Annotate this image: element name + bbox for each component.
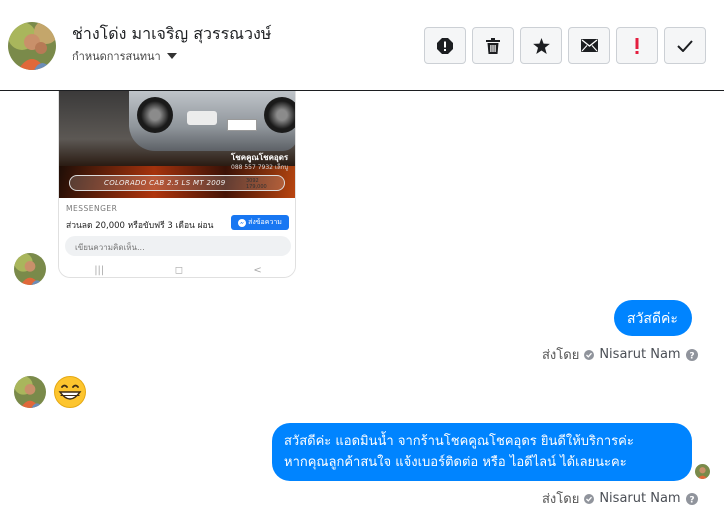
report-icon [437,37,453,54]
delete-button[interactable] [472,27,514,64]
send-message-button[interactable]: ส่งข้อความ [231,215,289,230]
star-icon [532,37,550,54]
model-banner: COLORADO CAB 2.5 LS MT 2009 3092 179,000 [69,175,285,191]
mark-unread-button[interactable] [568,27,610,64]
comment-input[interactable]: เขียนความคิดเห็น... [65,236,291,256]
shared-post-card[interactable]: โชคคูณโชคอุดร 088 557 7932 เล็กบู COLORA… [58,91,296,278]
help-icon[interactable]: ? [685,348,698,361]
post-body: MESSENGER ส่วนลด 20,000 หรือขับฟรี 3 เดื… [59,198,295,277]
grinning-face-emoji[interactable] [54,376,86,408]
message-bubble-outgoing[interactable]: สวัสดีค่ะ [614,300,692,336]
mark-done-button[interactable] [664,27,706,64]
svg-text:?: ? [689,351,694,361]
star-button[interactable] [520,27,562,64]
svg-text:?: ? [689,495,694,505]
model-info-line: 179,000 [246,184,267,190]
verified-icon [584,349,595,360]
contact-avatar[interactable] [8,22,56,70]
contact-name[interactable]: ช่างโด่ง มาเจริญ สุวรรณวงษ์ [72,22,271,47]
message-thread[interactable]: โชคคูณโชคอุดร 088 557 7932 เล็กบู COLORA… [0,91,724,524]
trash-icon [486,37,500,54]
exclamation-icon [635,37,639,54]
send-message-label: ส่งข้อความ [248,218,282,226]
sent-by-meta: ส่งโดย Nisarut Nam ? [542,344,698,365]
post-image: โชคคูณโชคอุดร 088 557 7932 เล็กบู COLORA… [59,91,295,198]
follow-up-button[interactable] [616,27,658,64]
post-caption: ส่วนลด 20,000 หรือขับฟรี 3 เดือน ผ่อน [66,221,214,231]
conversation-header: ช่างโด่ง มาเจริญ สุวรรณวงษ์ กำหนดการสนทน… [0,0,724,91]
home-icon: ◻ [174,264,183,276]
message-text-line: สวัสดีค่ะ แอดมินน้ำ จากร้านโชคคูณโชคอุดร… [284,434,634,449]
model-info: 3092 179,000 [246,178,267,190]
sent-by-meta: ส่งโดย Nisarut Nam ? [542,488,698,509]
message-bubble-outgoing[interactable]: สวัสดีค่ะ แอดมินน้ำ จากร้านโชคคูณโชคอุดร… [272,423,692,481]
sent-by-label: ส่งโดย [542,492,580,507]
recent-apps-icon: ||| [94,264,105,276]
shop-phone: 088 557 7932 เล็กบู [231,164,289,171]
sent-by-label: ส่งโดย [542,348,580,363]
message-text-line: หากคุณลูกค้าสนใจ แจ้งเบอร์ติดต่อ หรือ ไอ… [284,455,627,470]
checkmark-icon [677,39,693,52]
contact-avatar-small[interactable] [14,376,46,408]
conversation-settings-dropdown[interactable]: กำหนดการสนทนา [72,47,177,65]
seen-avatar [695,464,710,479]
phone-nav-bar: ||| ◻ < [59,262,295,277]
contact-avatar-small[interactable] [14,253,46,285]
post-source: MESSENGER [66,204,118,213]
back-icon: < [253,264,262,276]
conversation-actions [424,27,706,64]
model-name: COLORADO CAB 2.5 LS MT 2009 [104,179,226,187]
chevron-down-icon [166,53,177,59]
envelope-icon [580,39,598,52]
report-spam-button[interactable] [424,27,466,64]
help-icon[interactable]: ? [685,492,698,505]
messenger-icon [238,218,247,227]
sender-name[interactable]: Nisarut Nam [599,491,680,506]
conversation-settings-label: กำหนดการสนทนา [72,50,161,63]
message-text: สวัสดีค่ะ [627,311,678,327]
verified-icon [584,493,595,504]
sender-name[interactable]: Nisarut Nam [599,347,680,362]
